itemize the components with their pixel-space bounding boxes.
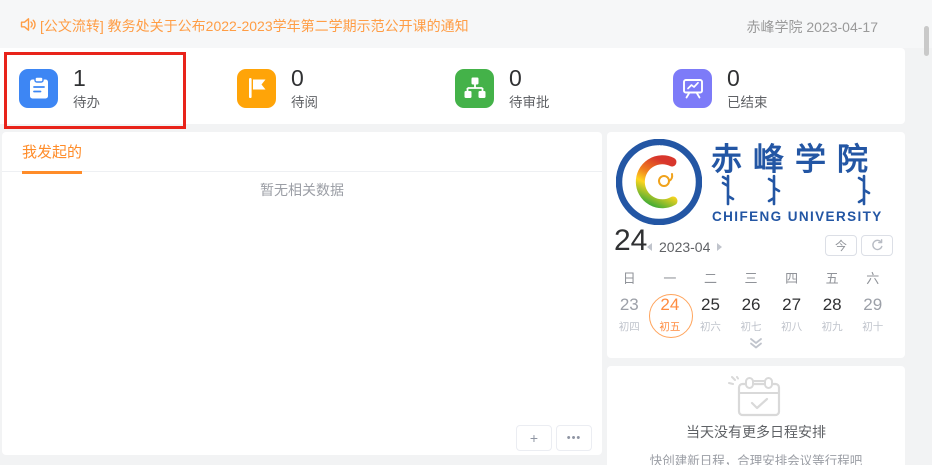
- scrollbar-thumb[interactable]: [924, 26, 929, 56]
- day-cell-23[interactable]: 23 初四: [609, 290, 650, 340]
- day-cell-24-selected[interactable]: 24 初五: [650, 290, 691, 340]
- university-logo-icon: 赤峰学院 CHIFENG UNIVERSITY: [616, 139, 702, 225]
- weekday-row: 日 一 二 三 四 五 六: [609, 268, 893, 287]
- weekday: 二: [690, 268, 731, 287]
- more-button[interactable]: •••: [556, 425, 592, 451]
- no-schedule-title: 当天没有更多日程安排: [607, 422, 905, 442]
- day-cell-26[interactable]: 26 初七: [731, 290, 772, 340]
- day-cell-29[interactable]: 29 初十: [852, 290, 893, 340]
- oa-dashboard: [公文流转] 教务处关于公布2022-2023学年第二学期示范公开课的通知 赤峰…: [0, 0, 932, 465]
- toread-count: 0: [291, 67, 318, 90]
- mongolian-script-icon: [714, 174, 892, 211]
- tab-my-initiated[interactable]: 我发起的: [22, 141, 82, 174]
- stat-card-toread[interactable]: 0 待阅: [237, 62, 447, 114]
- calendar-card: 赤峰学院 CHIFENG UNIVERSITY 赤峰学院 CHIFEN: [607, 132, 905, 358]
- month-label: 2023-04: [659, 239, 710, 255]
- next-month-icon[interactable]: [717, 243, 722, 251]
- flag-icon: [237, 69, 276, 108]
- stat-card-finished[interactable]: 0 已结束: [673, 62, 883, 114]
- schedule-card: 当天没有更多日程安排 快创建新日程，合理安排会议等行程吧: [607, 366, 905, 465]
- presentation-icon: [673, 69, 712, 108]
- refresh-button[interactable]: [861, 235, 893, 256]
- clipboard-icon: [19, 69, 58, 108]
- stat-card-todo[interactable]: 1 待办: [19, 62, 229, 114]
- prev-month-icon[interactable]: [647, 243, 652, 251]
- approval-count: 0: [509, 67, 550, 90]
- weekday: 六: [852, 268, 893, 287]
- speaker-icon: [20, 17, 37, 32]
- weekday: 一: [650, 268, 691, 287]
- announcement-bar: [公文流转] 教务处关于公布2022-2023学年第二学期示范公开课的通知 赤峰…: [0, 0, 932, 48]
- university-name-cn: 赤峰学院: [711, 134, 879, 179]
- day-cell-25[interactable]: 25 初六: [690, 290, 731, 340]
- no-schedule-hint: 快创建新日程，合理安排会议等行程吧: [607, 450, 905, 465]
- org-and-date: 赤峰学院 2023-04-17: [746, 17, 878, 37]
- day-cell-27[interactable]: 27 初八: [771, 290, 812, 340]
- orgchart-icon: [455, 69, 494, 108]
- stats-row: 1 待办 0 待阅: [0, 48, 905, 124]
- university-name-en: CHIFENG UNIVERSITY: [712, 209, 883, 224]
- empty-schedule-calendar-icon: [725, 374, 789, 425]
- add-button[interactable]: +: [516, 425, 552, 451]
- selected-day-ring: [649, 294, 693, 338]
- announcement-link[interactable]: [公文流转] 教务处关于公布2022-2023学年第二学期示范公开课的通知: [40, 16, 469, 36]
- approval-label: 待审批: [509, 96, 550, 110]
- refresh-icon: [871, 239, 884, 252]
- todo-count: 1: [73, 67, 100, 90]
- calendar-big-day: 24: [614, 224, 647, 258]
- finished-label: 已结束: [727, 96, 768, 110]
- month-navigator: 2023-04: [647, 239, 722, 255]
- stat-card-approval[interactable]: 0 待审批: [455, 62, 665, 114]
- today-button[interactable]: 今: [825, 235, 857, 256]
- day-cell-28[interactable]: 28 初九: [812, 290, 853, 340]
- finished-count: 0: [727, 67, 768, 90]
- tabs-bar: 我发起的: [2, 132, 602, 172]
- dates-row: 23 初四 24 初五 25 初六 26 初七 27 初八 28: [609, 290, 893, 340]
- empty-data-text: 暂无相关数据: [2, 180, 602, 200]
- weekday: 五: [812, 268, 853, 287]
- weekday: 四: [771, 268, 812, 287]
- double-chevron-down-icon: [749, 338, 763, 349]
- weekday: 日: [609, 268, 650, 287]
- tasks-panel: 我发起的 暂无相关数据 + •••: [2, 132, 602, 455]
- weekday: 三: [731, 268, 772, 287]
- toread-label: 待阅: [291, 96, 318, 110]
- expand-calendar-button[interactable]: [749, 336, 763, 354]
- todo-label: 待办: [73, 96, 100, 110]
